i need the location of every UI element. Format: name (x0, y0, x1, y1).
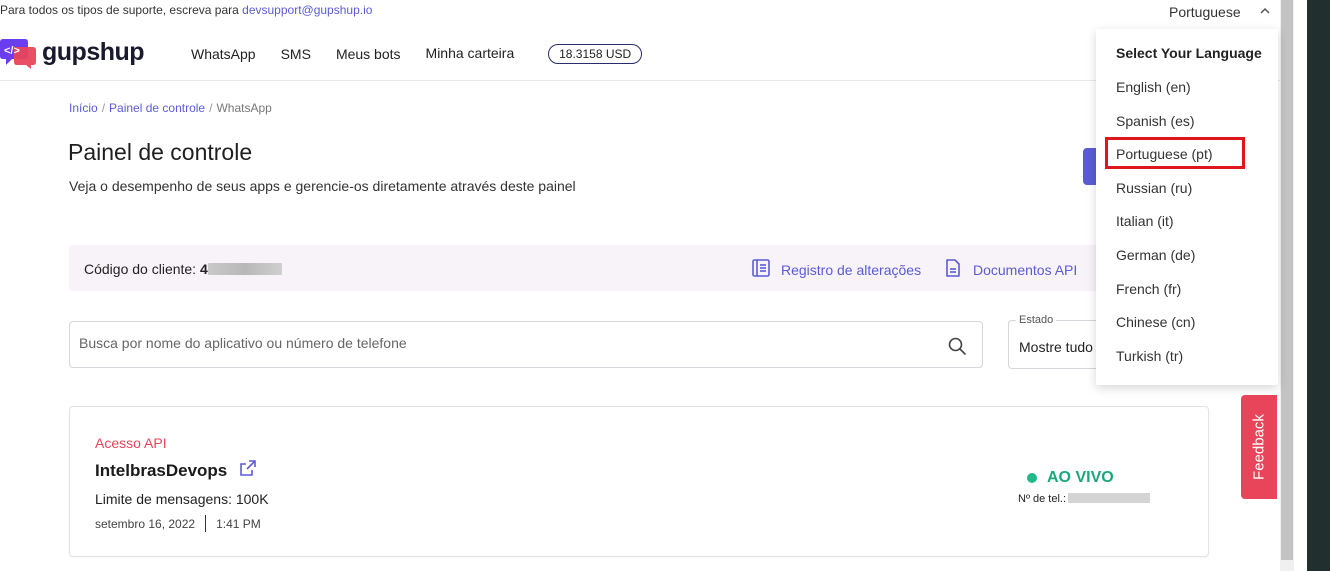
nav-item-sms[interactable]: SMS (281, 46, 311, 62)
status-dot-icon (1027, 473, 1037, 483)
external-link-icon[interactable] (239, 459, 257, 482)
window-edge (1307, 0, 1330, 571)
feedback-tab[interactable]: Feedback (1241, 395, 1277, 499)
state-filter-select[interactable]: Estado Mostre tudo (1008, 314, 1108, 369)
language-option-tr[interactable]: Turkish (tr) (1116, 348, 1183, 364)
breadcrumb-separator: / (209, 101, 213, 115)
logo-icon: </> (0, 36, 36, 69)
list-document-icon (751, 258, 771, 281)
client-code-label: Código do cliente: (84, 261, 197, 277)
support-email-link[interactable]: devsupport@gupshup.io (242, 3, 372, 17)
gupshup-logo[interactable]: </> gupshup (0, 36, 145, 69)
api-docs-label: Documentos API (973, 261, 1078, 278)
breadcrumb-home[interactable]: Início (69, 101, 98, 115)
top-header: </> gupshup WhatsApp SMS Meus bots Minha… (0, 24, 1280, 81)
language-option-en[interactable]: English (en) (1116, 79, 1191, 95)
main-nav: WhatsApp SMS Meus bots Minha carteira 18… (191, 44, 667, 64)
state-filter-value: Mostre tudo (1019, 339, 1093, 355)
nav-item-whatsapp[interactable]: WhatsApp (191, 46, 256, 62)
breadcrumb-separator: / (101, 101, 106, 115)
app-created-date: setembro 16, 2022 1:41 PM (95, 515, 261, 532)
message-limit: Limite de mensagens: 100K (95, 491, 269, 507)
client-info-band: Código do cliente: 4 Registro de alteraç… (69, 245, 1097, 291)
redacted-phone-number (1068, 493, 1151, 503)
phone-label: Nº de tel.: (1018, 493, 1067, 505)
app-search (69, 321, 983, 368)
language-option-fr[interactable]: French (fr) (1116, 281, 1181, 297)
api-docs-link[interactable]: Documentos API (943, 258, 1077, 281)
current-language: Portuguese (1169, 4, 1241, 20)
api-access-tag: Acesso API (95, 435, 167, 451)
breadcrumb-dashboard[interactable]: Painel de controle (109, 101, 205, 115)
language-option-cn[interactable]: Chinese (cn) (1116, 314, 1195, 330)
changelog-label: Registro de alterações (781, 261, 922, 278)
page-title: Painel de controle (68, 139, 253, 165)
language-option-es[interactable]: Spanish (es) (1116, 113, 1195, 129)
feedback-label: Feedback (1250, 414, 1268, 480)
language-menu: Select Your Language English (en) Spanis… (1096, 29, 1278, 385)
live-status-label: AO VIVO (1047, 469, 1114, 486)
app-name: IntelbrasDevops (95, 459, 257, 482)
language-menu-heading: Select Your Language (1116, 45, 1262, 61)
nav-item-my-bots[interactable]: Meus bots (336, 46, 401, 62)
page: Para todos os tipos de suporte, escreva … (0, 0, 1330, 571)
client-code-value: 4 (199, 261, 208, 277)
scrollbar-thumb[interactable] (1281, 0, 1293, 560)
search-icon[interactable] (947, 336, 967, 356)
search-input[interactable] (79, 335, 919, 351)
breadcrumb-current: WhatsApp (216, 101, 272, 115)
state-filter-label: Estado (1016, 314, 1057, 326)
app-date-text: setembro 16, 2022 (95, 516, 196, 531)
app-time-text: 1:41 PM (216, 516, 261, 531)
logo-glyph: </> (4, 45, 20, 57)
redacted-client-code (207, 263, 282, 275)
brand-name: gupshup (42, 37, 145, 66)
document-icon (943, 258, 963, 281)
language-toggle[interactable]: Portuguese (1169, 4, 1271, 20)
client-code: Código do cliente: 4 (84, 261, 282, 277)
app-name-text[interactable]: IntelbrasDevops (95, 461, 227, 481)
support-text: Para todos os tipos de suporte, escreva … (0, 3, 239, 17)
chevron-up-icon (1259, 4, 1271, 20)
breadcrumb: Início / Painel de controle / WhatsApp (69, 101, 272, 115)
date-divider (205, 515, 207, 532)
language-option-de[interactable]: German (de) (1116, 247, 1195, 263)
support-banner: Para todos os tipos de suporte, escreva … (0, 3, 372, 17)
page-subtitle: Veja o desempenho de seus apps e gerenci… (69, 178, 576, 194)
changelog-link[interactable]: Registro de alterações (751, 258, 921, 281)
language-option-pt[interactable]: Portuguese (pt) (1116, 146, 1213, 162)
nav-item-wallet[interactable]: Minha carteira 18.3158 USD (426, 44, 668, 64)
app-card[interactable]: Acesso API IntelbrasDevops Limite de men… (69, 406, 1209, 557)
language-option-ru[interactable]: Russian (ru) (1116, 180, 1192, 196)
phone-number: Nº de tel.: (1018, 493, 1151, 505)
wallet-balance-badge: 18.3158 USD (548, 44, 643, 64)
nav-item-wallet-label: Minha carteira (425, 45, 515, 61)
live-status: AO VIVO (1027, 469, 1114, 487)
language-option-it[interactable]: Italian (it) (1116, 213, 1174, 229)
